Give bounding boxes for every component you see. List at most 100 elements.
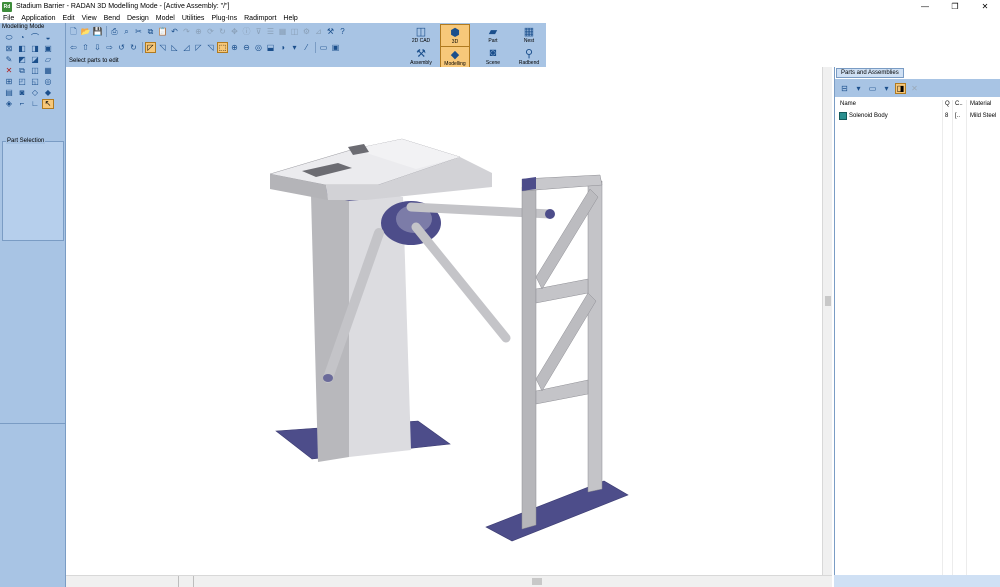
cut-icon[interactable]: ◆ [42, 88, 54, 98]
zoom-fit-icon[interactable]: ◎ [253, 42, 264, 53]
grid-icon[interactable]: ▦ [277, 26, 288, 37]
column-c-header[interactable]: C.. [955, 101, 963, 107]
sweep-icon[interactable]: ⌒ [29, 33, 41, 43]
vertical-scroll-thumb[interactable] [825, 296, 831, 306]
maximize-button[interactable]: ❐ [940, 0, 970, 13]
print-preview-icon[interactable]: ⌕ [121, 26, 132, 37]
undo-icon[interactable]: ↶ [169, 26, 180, 37]
cad-2d-button[interactable]: ◫ 2D CAD [406, 24, 436, 45]
radbend-button[interactable]: ⚲ Radbend [514, 46, 544, 67]
menu-file[interactable]: File [3, 15, 14, 22]
refresh-icon[interactable]: ⟳ [205, 26, 216, 37]
menu-utilities[interactable]: Utilities [182, 15, 205, 22]
pan-icon[interactable]: ✥ [229, 26, 240, 37]
tree-view-dropdown-icon[interactable]: ▾ [853, 83, 864, 94]
open-folder-icon[interactable]: 📂 [80, 26, 91, 37]
menu-plug-ins[interactable]: Plug-Ins [211, 15, 237, 22]
nest-button[interactable]: ▦ Nest [514, 24, 544, 45]
turnstile-model[interactable] [66, 67, 822, 575]
cylinder-icon[interactable]: ◙ [16, 88, 28, 98]
view-bottom-icon[interactable]: ◹ [205, 42, 216, 53]
remove-icon[interactable]: ✕ [909, 83, 920, 94]
zoom-out-icon[interactable]: ⊖ [241, 42, 252, 53]
new-file-icon[interactable]: 🗋 [68, 26, 79, 37]
assembly-button[interactable]: ⚒ Assembly [406, 46, 436, 67]
horizontal-scroll-thumb[interactable] [532, 578, 542, 585]
column-name-header[interactable]: Name [840, 101, 856, 107]
section-icon[interactable]: ◰ [16, 77, 28, 87]
arrow-down-icon[interactable]: ⇩ [92, 42, 103, 53]
extrude-icon[interactable]: ⬭ [3, 33, 15, 43]
delete-icon[interactable]: ✕ [3, 66, 15, 76]
parts-and-assemblies-tab[interactable]: Parts and Assemblies [836, 68, 904, 78]
box-icon[interactable]: ▤ [3, 88, 15, 98]
menu-radimport[interactable]: Radimport [244, 15, 276, 22]
assembly-view-icon[interactable]: ◨ [895, 82, 906, 94]
menu-design[interactable]: Design [127, 15, 149, 22]
flange-icon[interactable]: ◧ [16, 44, 28, 54]
paste-icon[interactable]: 📋 [157, 26, 168, 37]
fold-icon[interactable]: ⊠ [3, 44, 15, 54]
view-top-icon[interactable]: ◺ [169, 42, 180, 53]
shell-icon[interactable]: ◱ [29, 77, 41, 87]
measure-icon[interactable]: ⊞ [3, 77, 15, 87]
zoom-icon[interactable]: ⊕ [193, 26, 204, 37]
arrow-right-icon[interactable]: ⇨ [104, 42, 115, 53]
tools-icon[interactable]: ⚒ [325, 26, 336, 37]
select-arrow-icon[interactable]: ↖ [42, 99, 54, 109]
list-view-icon[interactable]: ▭ [867, 83, 878, 94]
cut-scissors-icon[interactable]: ✂ [133, 26, 144, 37]
view-back-icon[interactable]: ◸ [193, 42, 204, 53]
view-side-icon[interactable]: ◿ [181, 42, 192, 53]
view-list-icon[interactable]: ▭ [318, 42, 329, 53]
part-button[interactable]: ▰ Part [478, 24, 508, 45]
save-icon[interactable]: 💾 [92, 26, 103, 37]
corner-icon[interactable]: ◪ [29, 55, 41, 65]
hole-icon[interactable]: ◎ [42, 77, 54, 87]
rip-icon[interactable]: ◩ [16, 55, 28, 65]
redo-icon[interactable]: ↷ [181, 26, 192, 37]
app-icon[interactable]: Rd [2, 1, 12, 12]
layers-icon[interactable]: ◫ [289, 26, 300, 37]
column-material-header[interactable]: Material [970, 101, 991, 107]
bend-icon[interactable]: ⌐ [16, 99, 28, 109]
eyedropper-icon[interactable]: ⁄ [301, 42, 312, 53]
info-icon[interactable]: ⓘ [241, 26, 252, 37]
shading-icon[interactable]: ◑ [277, 42, 288, 53]
revolve-icon[interactable]: ◔ [16, 33, 28, 43]
arrow-up-icon[interactable]: ⇧ [80, 42, 91, 53]
tree-view-icon[interactable]: ⊟ [839, 83, 850, 94]
menu-model[interactable]: Model [156, 15, 175, 22]
plane-icon[interactable]: ◇ [29, 88, 41, 98]
menu-help[interactable]: Help [283, 15, 297, 22]
settings-icon[interactable]: ⚙ [301, 26, 312, 37]
list-icon[interactable]: ☰ [265, 26, 276, 37]
table-row[interactable]: Solenoid Body 8 [.. Mild Steel [835, 111, 1000, 122]
filter-icon[interactable]: ⊽ [253, 26, 264, 37]
zoom-window-icon[interactable]: ⬓ [265, 42, 276, 53]
copy-doc-icon[interactable]: ⧉ [145, 26, 156, 37]
column-q-header[interactable]: Q [945, 101, 950, 107]
close-button[interactable]: ✕ [970, 0, 1000, 13]
minimize-button[interactable]: — [910, 0, 940, 13]
help-icon[interactable]: ? [337, 26, 348, 37]
horizontal-scrollbar[interactable] [66, 575, 832, 587]
modelling-button[interactable]: ◆ Modelling [440, 46, 470, 69]
copy-icon[interactable]: ⧉ [16, 66, 28, 76]
measure-tool-icon[interactable]: ⊿ [313, 26, 324, 37]
tab-icon[interactable]: ▣ [42, 44, 54, 54]
rotate-right-icon[interactable]: ↻ [128, 42, 139, 53]
menu-edit[interactable]: Edit [63, 15, 75, 22]
scene-button[interactable]: ◙ Scene [478, 46, 508, 67]
hem-icon[interactable]: ◨ [29, 44, 41, 54]
view-window-icon[interactable]: ▣ [330, 42, 341, 53]
weld-icon[interactable]: ◈ [3, 99, 15, 109]
shading-dropdown-icon[interactable]: ▾ [289, 42, 300, 53]
pencil-icon[interactable]: ✎ [3, 55, 15, 65]
view-3d-icon[interactable]: ⬚ [217, 42, 228, 53]
view-iso-icon[interactable]: ◸ [145, 42, 156, 53]
menu-view[interactable]: View [82, 15, 97, 22]
rotate-left-icon[interactable]: ↺ [116, 42, 127, 53]
zoom-in-icon[interactable]: ⊕ [229, 42, 240, 53]
rotate-icon[interactable]: ↻ [217, 26, 228, 37]
